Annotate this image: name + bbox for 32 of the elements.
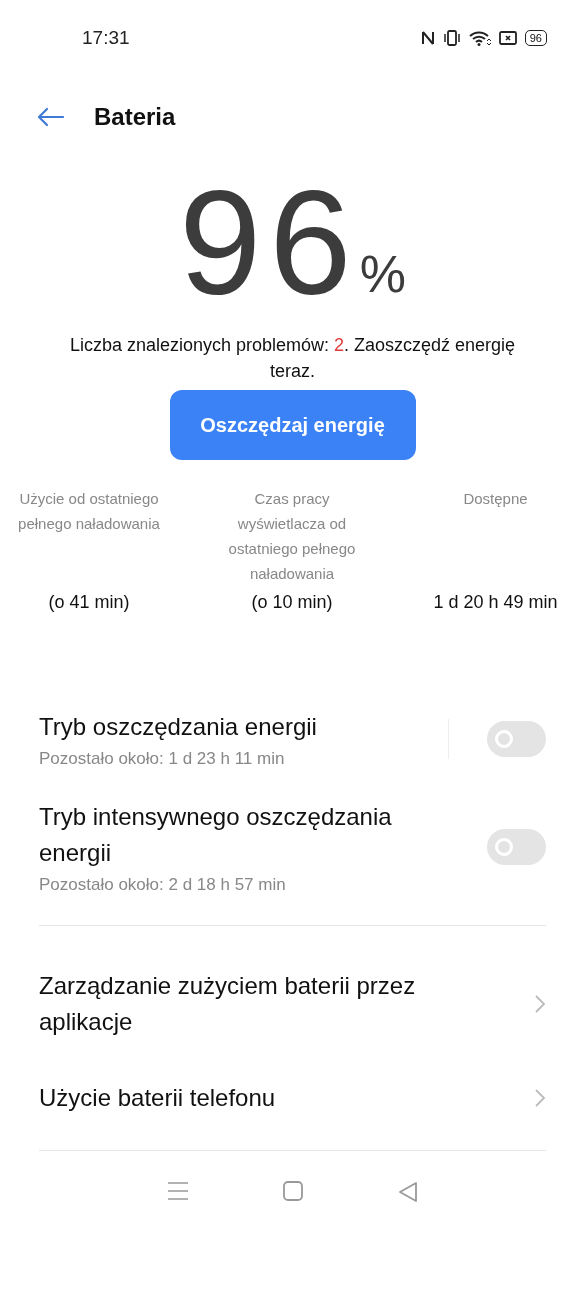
stat-label: Czas pracy wyświetlacza od ostatniego pełnego naładowania xyxy=(227,489,357,584)
setting-subtitle: Pozostało około: 2 d 18 h 57 min xyxy=(39,875,287,895)
menu-button[interactable] xyxy=(167,1181,190,1203)
stat-value: 1 d 20 h 49 min xyxy=(433,592,558,613)
chevron-right-icon xyxy=(534,994,546,1014)
settings-link-item[interactable]: Zarządzanie zużyciem baterii przez aplikacje xyxy=(0,954,585,1054)
stat-value: (o 10 min) xyxy=(251,592,333,613)
nfc-icon xyxy=(420,30,435,46)
vibrate-icon xyxy=(442,30,461,46)
stat-label: Dostępne xyxy=(462,489,529,509)
back-button[interactable] xyxy=(36,107,64,127)
page-title: Bateria xyxy=(94,103,176,131)
problems-message: Liczba znalezionych problemów: 2. Zaoszczędź energię teraz. xyxy=(68,334,517,383)
back-arrow-icon xyxy=(36,107,64,127)
stat-label: Użycie od ostatniego pełnego naładowania xyxy=(17,489,161,534)
toggle-switch[interactable] xyxy=(487,829,546,865)
setting-subtitle: Pozostało około: 1 d 23 h 11 min xyxy=(39,749,286,769)
back-nav-button[interactable] xyxy=(397,1181,418,1203)
clock-time: 17:31 xyxy=(82,27,130,49)
percent-sign: % xyxy=(359,244,406,304)
wifi-icon xyxy=(468,30,491,46)
battery-indicator: 96 xyxy=(524,30,547,46)
stat-value: (o 41 min) xyxy=(48,592,130,613)
settings-link-item[interactable]: Użycie baterii telefonu xyxy=(0,1054,585,1142)
toggle-switch[interactable] xyxy=(487,721,546,757)
setting-title: Tryb oszczędzania energii xyxy=(39,712,318,742)
chevron-right-icon xyxy=(534,1088,546,1108)
battery-percentage: 96 xyxy=(179,168,360,318)
sim-card-icon xyxy=(498,31,517,45)
setting-title: Tryb intensywnego oszczędzania energii xyxy=(39,802,393,868)
home-button[interactable] xyxy=(283,1181,304,1203)
save-energy-button[interactable]: Oszczędzaj energię xyxy=(169,390,416,460)
